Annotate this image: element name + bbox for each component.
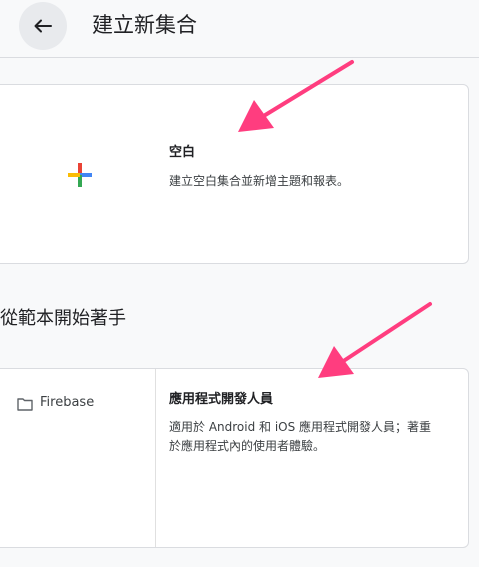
app-header: 建立新集合 [0,0,479,58]
annotation-arrow-icon [318,302,432,378]
back-button[interactable] [19,2,67,50]
blank-option-title: 空白 [169,145,196,160]
card-divider [155,369,156,547]
template-option-title: 應用程式開發人員 [169,392,274,407]
template-option-description-line1: 適用於 Android 和 iOS 應用程式開發人員；著重 [169,420,432,434]
blank-option-description: 建立空白集合並新增主題和報表。 [169,174,350,188]
templates-section-title: 從範本開始著手 [0,308,126,329]
folder-label: Firebase [40,395,95,410]
template-option-description-line2: 於應用程式內的使用者體驗。 [169,439,326,453]
plus-icon [68,163,92,187]
folder-icon [17,396,33,411]
page-title: 建立新集合 [92,13,197,37]
arrow-left-icon [34,19,52,33]
